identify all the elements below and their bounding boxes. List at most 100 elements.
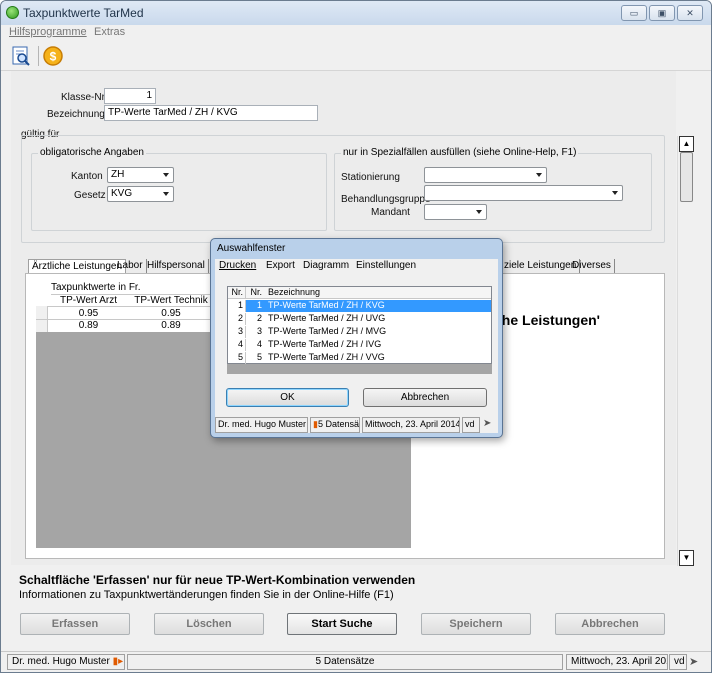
oblig-group-title: obligatorische Angaben [38, 147, 146, 158]
start-suche-button[interactable]: Start Suche [287, 613, 397, 635]
minimize-button[interactable]: ▭ [621, 5, 647, 21]
list-item-nr2: 3 [256, 326, 262, 336]
toolbar-separator [38, 46, 39, 66]
tab-labor[interactable]: Labor [114, 259, 147, 274]
gesetz-value: KVG [111, 188, 133, 199]
list-item-nr2: 1 [256, 300, 262, 310]
list-item[interactable]: 2 2 TP-Werte TarMed / ZH / UVG [228, 313, 491, 325]
speichern-button[interactable]: Speichern [421, 613, 531, 635]
chevron-down-icon [163, 173, 169, 177]
chevron-down-icon [476, 210, 482, 214]
stationierung-label: Stationierung [341, 172, 400, 183]
pointer-icon: ➤ [689, 656, 699, 668]
grid-cell[interactable]: 0.89 [51, 320, 126, 331]
scroll-up-icon[interactable]: ▲ [679, 136, 694, 152]
stationierung-select[interactable] [424, 167, 547, 183]
dialog-menu-drucken[interactable]: Drucken [219, 260, 256, 271]
pointer-icon: ➤ [483, 418, 492, 429]
kanton-value: ZH [111, 169, 125, 180]
dialog-menu-diagramm[interactable]: Diagramm [303, 260, 349, 271]
list-item-nr: 5 [228, 352, 246, 364]
tab-diverses[interactable]: Diverses [569, 259, 615, 274]
menu-extras[interactable]: Extras [94, 26, 125, 38]
list-header-bezeichnung: Bezeichnung [268, 287, 321, 297]
grid-cell[interactable]: 0.89 [131, 320, 211, 331]
list-item[interactable]: 3 3 TP-Werte TarMed / ZH / MVG [228, 326, 491, 338]
scroll-thumb[interactable] [680, 152, 693, 202]
list-item-label: TP-Werte TarMed / ZH / IVG [268, 339, 382, 349]
dialog-menu-einstellungen[interactable]: Einstellungen [356, 260, 416, 271]
close-button[interactable]: ✕ [677, 5, 703, 21]
list-item[interactable]: 1 1 TP-Werte TarMed / ZH / KVG [228, 300, 491, 312]
tab-caption: che Leistungen' [494, 312, 601, 328]
status-bar: Dr. med. Hugo Muster ▮▸ 5 Datensätze Mit… [1, 651, 711, 672]
tab-aerztliche-leistungen[interactable]: Ärztliche Leistungen [28, 259, 127, 274]
window-title: Taxpunktwerte TarMed [23, 6, 144, 20]
bezeichnung-input[interactable]: TP-Werte TarMed / ZH / KVG [104, 105, 318, 121]
bezeichnung-label: Bezeichnung [47, 109, 105, 120]
mandant-label: Mandant [371, 207, 410, 218]
list-item-nr: 3 [228, 326, 246, 338]
coin-icon[interactable]: $ [42, 45, 64, 67]
list-item[interactable]: 4 4 TP-Werte TarMed / ZH / IVG [228, 339, 491, 351]
ok-button[interactable]: OK [226, 388, 349, 407]
list-header-nr: Nr. [228, 287, 246, 299]
gesetz-label: Gesetz [74, 190, 106, 201]
list-item-label: TP-Werte TarMed / ZH / MVG [268, 326, 387, 336]
main-window: Taxpunktwerte TarMed ▭ ▣ ✕ Hilfsprogramm… [0, 0, 712, 673]
dialog-status-initials: vd [462, 417, 480, 433]
chevron-down-icon [612, 191, 618, 195]
flag-icon: ▮▸ [112, 656, 124, 667]
grid-cell[interactable]: 0.95 [51, 308, 126, 319]
abbrechen-button[interactable]: Abbrechen [555, 613, 665, 635]
dialog-title: Auswahlfenster [217, 243, 286, 254]
list-empty-area [227, 364, 492, 374]
list-item-nr: 4 [228, 339, 246, 351]
tab-hilfspersonal[interactable]: Hilfspersonal [144, 259, 209, 274]
grid-cell[interactable]: 0.95 [131, 308, 211, 319]
kanton-select[interactable]: ZH [107, 167, 174, 183]
title-bar[interactable]: Taxpunktwerte TarMed ▭ ▣ ✕ [1, 1, 711, 25]
dialog-cancel-button[interactable]: Abbrechen [363, 388, 487, 407]
menu-bar: Hilfsprogramme Extras [1, 25, 711, 41]
list-item-nr2: 2 [256, 313, 262, 323]
list-item[interactable]: 5 5 TP-Werte TarMed / ZH / VVG [228, 352, 491, 364]
maximize-button[interactable]: ▣ [649, 5, 675, 21]
dialog-body: Nr. Nr. Bezeichnung 1 1 TP-Werte TarMed … [215, 273, 498, 433]
dialog-menu-export[interactable]: Export [266, 260, 295, 271]
list-item-label: TP-Werte TarMed / ZH / UVG [268, 313, 386, 323]
list-item-label: TP-Werte TarMed / ZH / VVG [268, 352, 385, 362]
status-count: 5 Datensätze [127, 654, 563, 670]
list-header-nr2: Nr. [250, 287, 262, 297]
status-date: Mittwoch, 23. April 2014 [566, 654, 668, 670]
dialog-status-count-text: 5 Datensätz [317, 419, 359, 429]
col-tp-wert-technik[interactable]: TP-Wert Technik [131, 295, 211, 306]
klasse-input[interactable]: 1 [104, 88, 156, 104]
preview-icon[interactable] [10, 45, 32, 67]
col-tp-wert-arzt[interactable]: TP-Wert Arzt [51, 295, 126, 306]
status-initials: vd [669, 654, 687, 670]
list-item-nr2: 4 [256, 339, 262, 349]
behandlungsgruppe-label: Behandlungsgruppe [341, 194, 431, 205]
dialog-status-bar: Dr. med. Hugo Muster ▮5 Datensätz Mittwo… [215, 417, 498, 433]
list-item-nr: 2 [228, 313, 246, 325]
kanton-label: Kanton [71, 171, 103, 182]
menu-hilfsprogramme[interactable]: Hilfsprogramme [9, 26, 87, 38]
loeschen-button[interactable]: Löschen [154, 613, 264, 635]
erfassen-button[interactable]: Erfassen [20, 613, 130, 635]
list-header: Nr. Nr. Bezeichnung [228, 287, 491, 299]
dialog-status-date: Mittwoch, 23. April 2014 [362, 417, 460, 433]
status-user: Dr. med. Hugo Muster ▮▸ [7, 654, 125, 670]
list-item-label: TP-Werte TarMed / ZH / KVG [268, 300, 385, 310]
hint-normal: Informationen zu Taxpunktwertänderungen … [19, 589, 394, 601]
vertical-scrollbar[interactable]: ▲ ▼ [677, 136, 694, 566]
scroll-down-icon[interactable]: ▼ [679, 550, 694, 566]
dialog-menu-bar: Drucken Export Diagramm Einstellungen [215, 259, 498, 273]
klasse-label: Klasse-Nr. [61, 92, 108, 103]
gesetz-select[interactable]: KVG [107, 186, 174, 202]
mandant-select[interactable] [424, 204, 487, 220]
toolbar: $ [1, 41, 711, 71]
special-group-title: nur in Spezialfällen ausfüllen (siehe On… [341, 147, 579, 158]
behandlungsgruppe-select[interactable] [424, 185, 623, 201]
selection-list[interactable]: Nr. Nr. Bezeichnung 1 1 TP-Werte TarMed … [227, 286, 492, 364]
